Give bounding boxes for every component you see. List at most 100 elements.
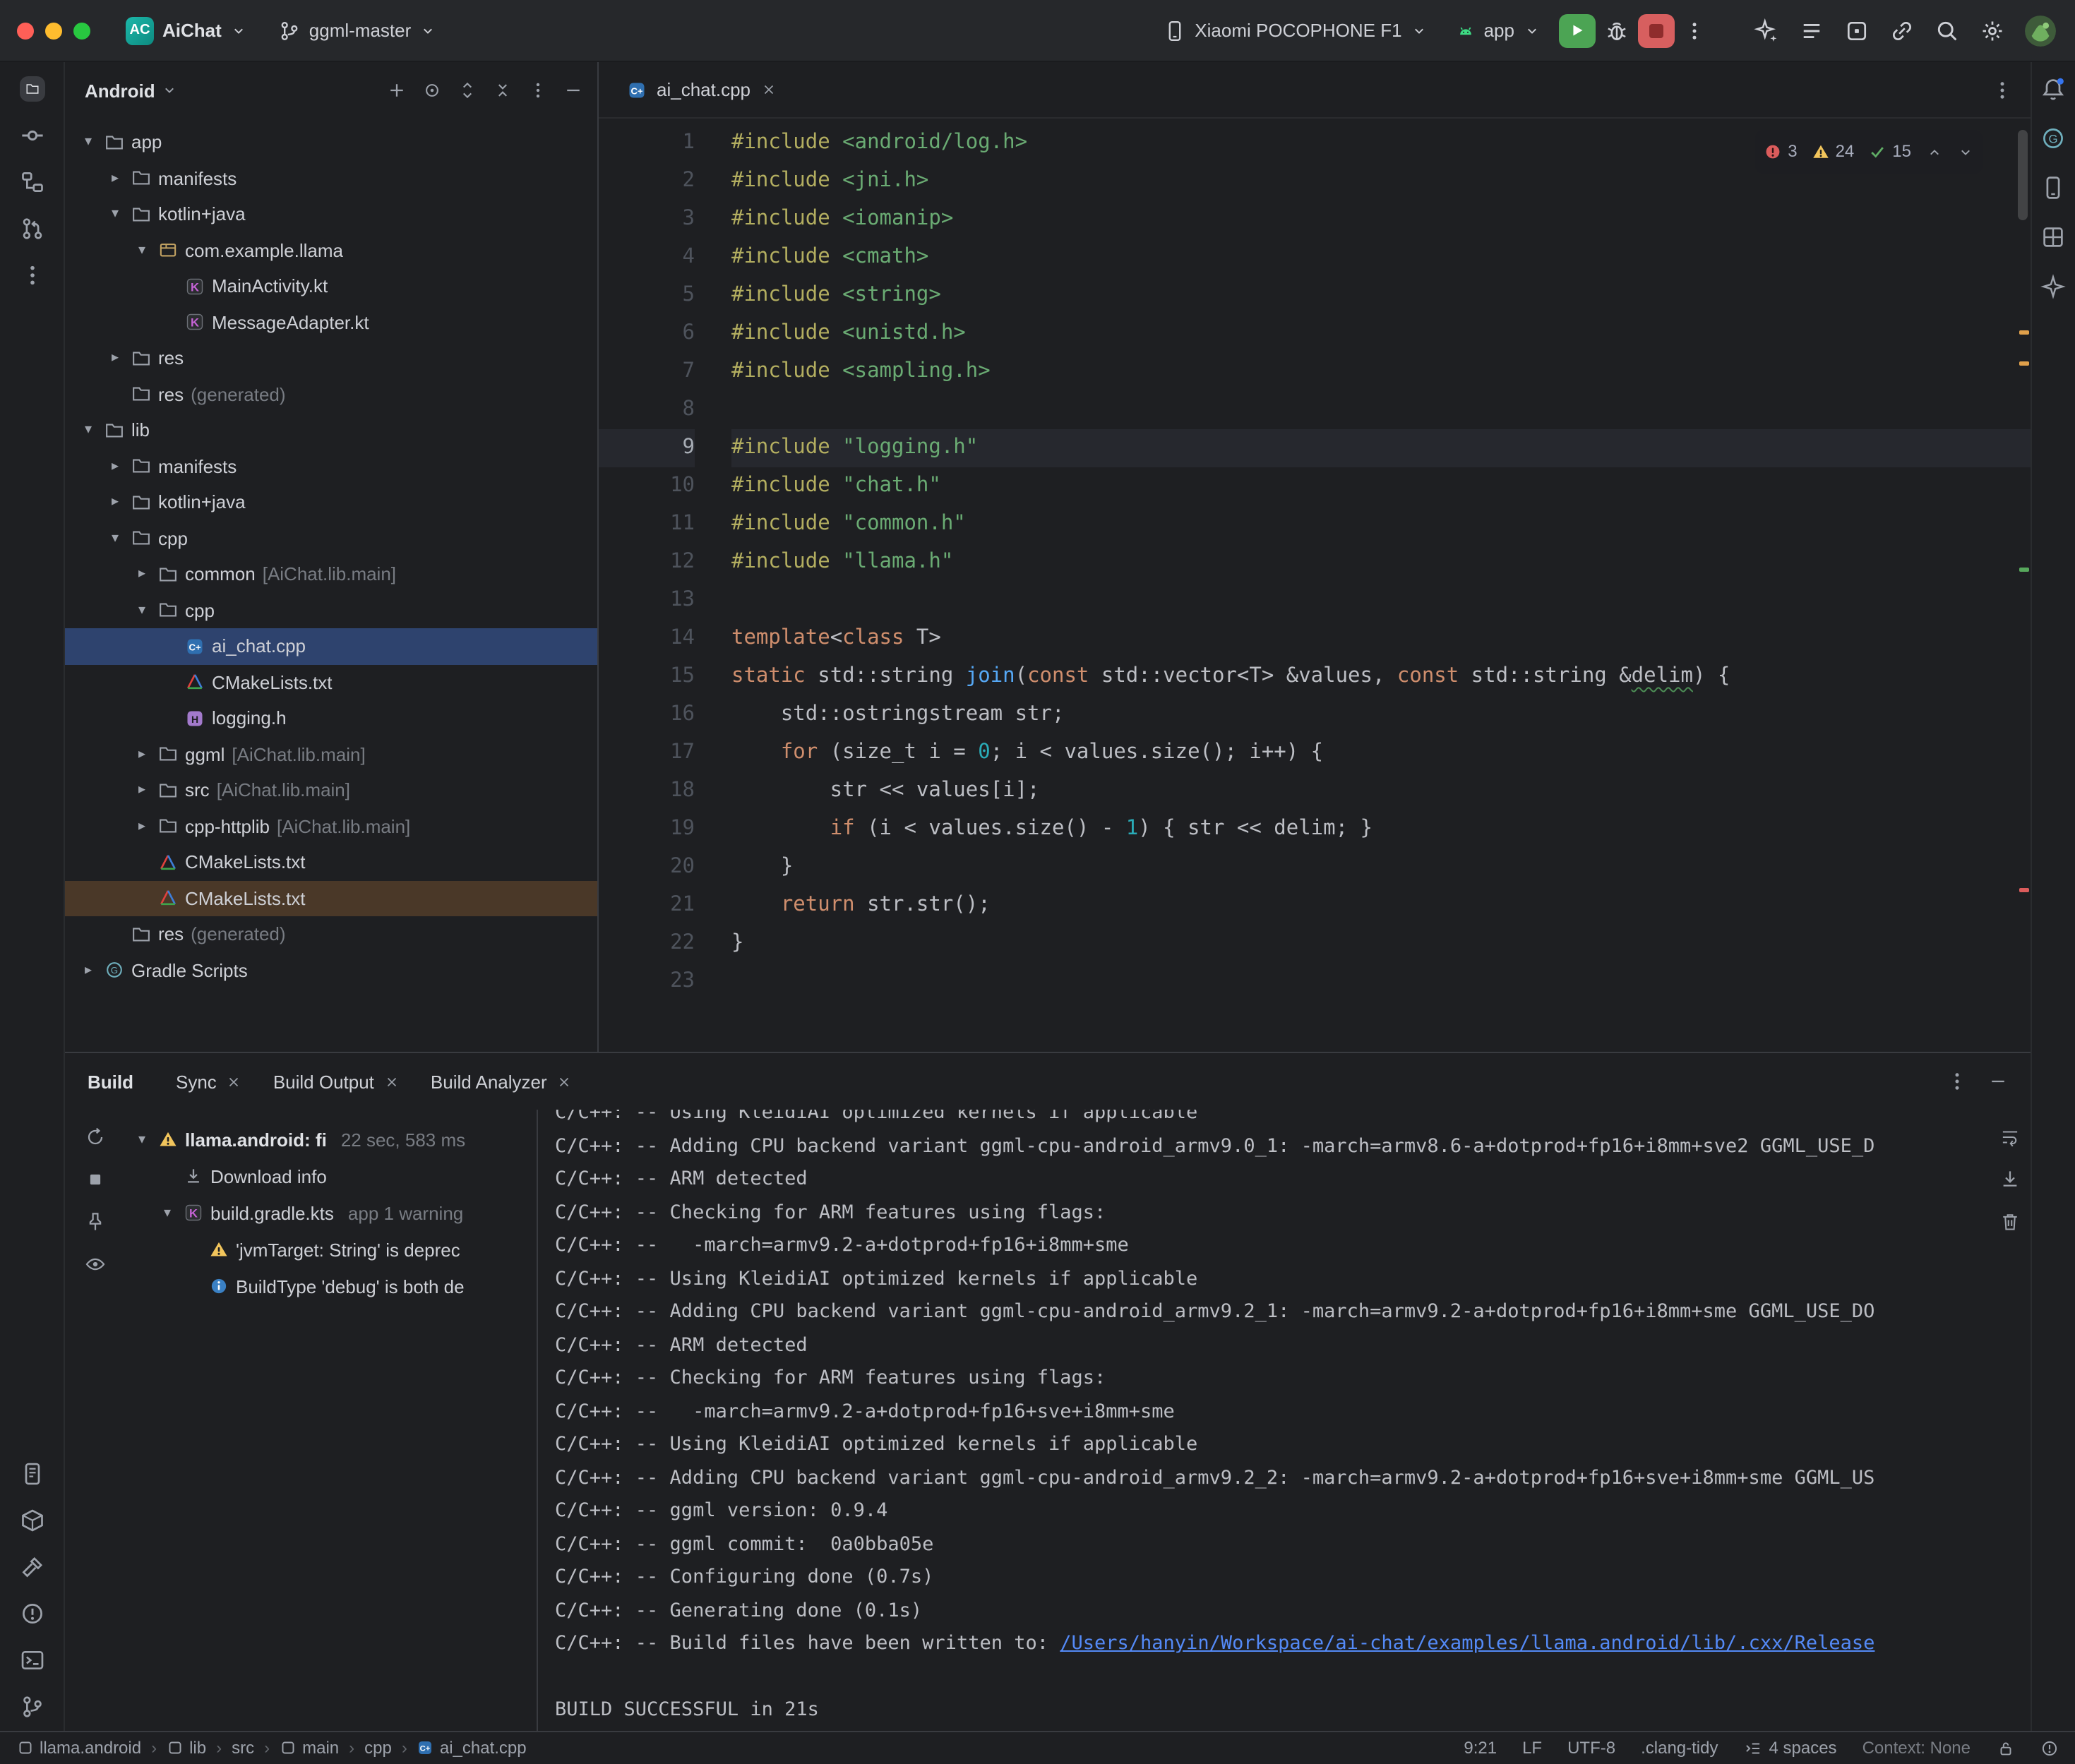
expand-toggle[interactable]: ▸ [133,819,151,834]
tree-item-ai-chat-cpp[interactable]: C+ai_chat.cpp [65,628,597,664]
code-line[interactable]: static std::string join(const std::vecto… [731,658,2030,696]
breadcrumb-ai-chat-cpp[interactable]: C+ai_chat.cpp [417,1739,527,1758]
terminal-tool-icon[interactable] [19,1648,44,1673]
commit-tool-icon[interactable] [19,123,44,148]
notifications-icon[interactable] [2040,76,2066,102]
line-number[interactable]: 14 [599,620,695,658]
clear-console-icon[interactable] [1999,1211,2020,1232]
version-control-tool-icon[interactable] [19,1694,44,1720]
line-number[interactable]: 12 [599,544,695,582]
line-number[interactable]: 1 [599,124,695,162]
line-number[interactable]: 4 [599,239,695,277]
problems-tool-icon[interactable] [19,1601,44,1626]
line-number[interactable]: 20 [599,848,695,887]
code-line[interactable]: #include "llama.h" [731,544,2030,582]
editor-options-icon[interactable] [1990,78,2013,101]
search-everywhere-icon[interactable] [1934,18,1959,43]
tree-item-res[interactable]: ▸res [65,340,597,376]
plugins-icon[interactable] [1843,18,1869,43]
breadcrumb-src[interactable]: src [232,1739,254,1758]
build-tree-item-build-gradle-kts[interactable]: ▾Kbuild.gradle.ktsapp 1 warning [124,1194,537,1231]
hide-panel-icon[interactable] [563,80,583,100]
code-line[interactable]: for (size_t i = 0; i < values.size(); i+… [731,734,2030,772]
line-number[interactable]: 21 [599,887,695,925]
lock-icon[interactable] [1996,1739,2014,1758]
assistant-tool-icon[interactable] [2040,274,2066,299]
caret-position[interactable]: 9:21 [1464,1739,1497,1758]
close-tab-icon[interactable] [760,82,776,97]
build-tree-item-jvmtarget-string-is-deprec[interactable]: 'jvmTarget: String' is deprec [124,1231,537,1268]
expand-toggle[interactable]: ▸ [106,495,124,510]
sync-icon[interactable] [84,1127,105,1148]
expand-toggle[interactable]: ▸ [106,351,124,366]
line-number[interactable]: 18 [599,772,695,810]
run-configuration-selector[interactable]: app [1446,14,1550,47]
line-number[interactable]: 10 [599,467,695,505]
settings-icon[interactable] [1979,18,2004,43]
structure-tool-icon[interactable] [19,169,44,195]
expand-toggle[interactable]: ▾ [79,423,97,438]
tree-item-cpp[interactable]: ▾cpp [65,592,597,628]
tree-item-manifests[interactable]: ▸manifests [65,448,597,484]
line-number[interactable]: 6 [599,315,695,353]
editor-scrollbar[interactable] [2017,130,2027,220]
tree-item-ggml[interactable]: ▸ggml [AiChat.lib.main] [65,736,597,772]
avatar[interactable] [2024,15,2055,46]
status-notification-icon[interactable] [2040,1739,2058,1758]
tree-item-cmakelists-txt[interactable]: CMakeLists.txt [65,880,597,916]
expand-toggle[interactable]: ▸ [133,747,151,762]
expand-toggle[interactable]: ▾ [106,207,124,222]
hide-build-panel-icon[interactable] [1987,1072,2007,1091]
line-number[interactable]: 13 [599,582,695,620]
code-line[interactable]: #include "common.h" [731,505,2030,544]
line-number[interactable]: 3 [599,200,695,239]
add-icon[interactable] [387,80,407,100]
line-number[interactable]: 9 [599,429,695,467]
more-tools-icon[interactable] [19,263,44,288]
previous-issue-icon[interactable] [1925,143,1942,160]
scroll-to-end-icon[interactable] [1999,1169,2020,1190]
zoom-window-button[interactable] [73,22,90,39]
tree-item-messageadapter-kt[interactable]: KMessageAdapter.kt [65,304,597,340]
tree-item-res[interactable]: res (generated) [65,376,597,412]
tree-item-logging-h[interactable]: Hlogging.h [65,700,597,736]
inspections-widget[interactable]: 3 24 15 [1755,130,1982,174]
build-panel-title[interactable]: Build [88,1071,133,1092]
build-tree-item-llama-android-fi[interactable]: ▾llama.android: fi22 sec, 583 ms [124,1121,537,1158]
breadcrumb-main[interactable]: main [280,1739,339,1758]
ok-stripe-mark[interactable] [2019,568,2028,572]
more-run-options-icon[interactable] [1682,19,1705,42]
tree-item-res[interactable]: res (generated) [65,916,597,952]
warning-stripe-mark[interactable] [2019,361,2028,366]
expand-toggle[interactable]: ▸ [106,459,124,474]
error-stripe-mark[interactable] [2019,888,2028,892]
expand-toggle[interactable]: ▾ [106,531,124,546]
warning-stripe-mark[interactable] [2019,330,2028,335]
device-selector[interactable]: Xiaomi POCOPHONE F1 [1154,13,1437,47]
build-console[interactable]: C/C++: -- Using KleidiAI optimized kerne… [537,1110,2030,1731]
code-line[interactable]: } [731,925,2030,963]
project-tool-icon[interactable] [19,76,44,102]
debug-button[interactable] [1603,18,1629,43]
minimize-window-button[interactable] [45,22,62,39]
build-tree-item-buildtype-debug-is-both-de[interactable]: BuildType 'debug' is both de [124,1268,537,1304]
collapse-all-icon[interactable] [493,80,513,100]
line-number[interactable]: 7 [599,353,695,391]
code-with-me-icon[interactable] [1889,18,1914,43]
run-button[interactable] [1558,13,1595,47]
code-line[interactable]: #include <sampling.h> [731,353,2030,391]
tree-item-app[interactable]: ▾app [65,124,597,160]
expand-toggle[interactable]: ▾ [158,1205,177,1220]
panel-options-icon[interactable] [528,80,548,100]
ai-assistant-icon[interactable] [1753,18,1778,43]
tree-item-common[interactable]: ▸common [AiChat.lib.main] [65,556,597,592]
gradle-tool-icon[interactable]: G [2040,126,2066,151]
line-number[interactable]: 2 [599,162,695,200]
tree-item-cmakelists-txt[interactable]: CMakeLists.txt [65,664,597,700]
build-tab-sync[interactable]: Sync [165,1065,253,1098]
line-separator[interactable]: LF [1522,1739,1542,1758]
expand-toggle[interactable]: ▸ [106,171,124,186]
build-tree-item-download-info[interactable]: Download info [124,1158,537,1194]
breadcrumb-cpp[interactable]: cpp [364,1739,392,1758]
tree-item-src[interactable]: ▸src [AiChat.lib.main] [65,772,597,808]
